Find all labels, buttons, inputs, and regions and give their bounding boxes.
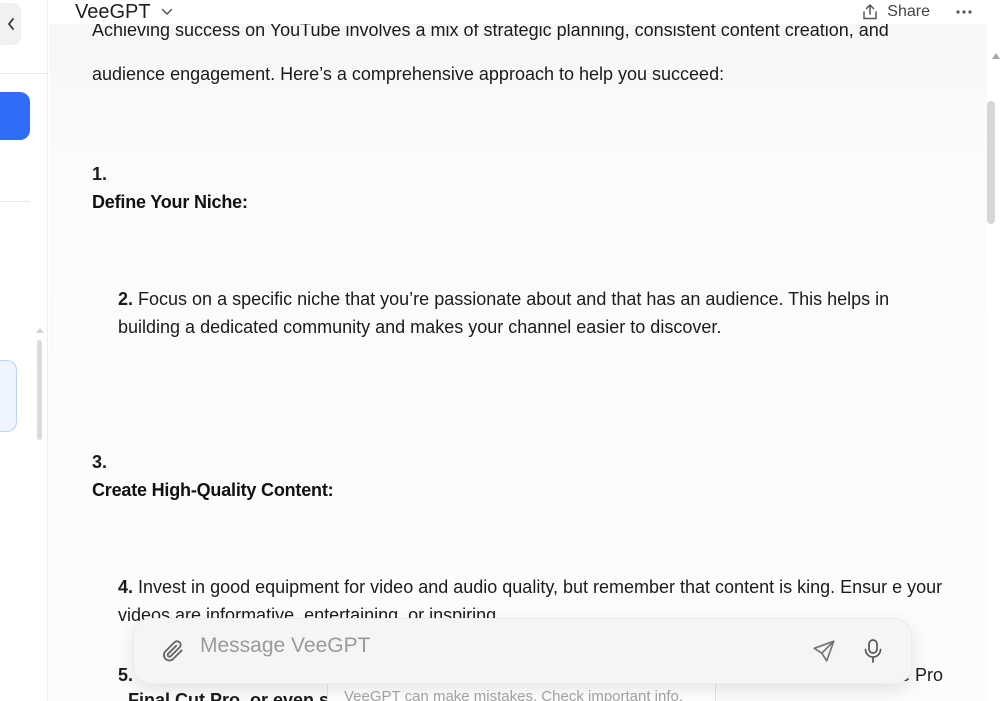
more-options-button[interactable] (956, 10, 972, 14)
new-chat-button[interactable] (0, 92, 30, 140)
section-heading: Define Your Niche: (92, 192, 248, 212)
ellipsis-icon (956, 10, 972, 14)
sidebar (0, 0, 48, 701)
model-selector[interactable]: VeeGPT (75, 1, 173, 24)
section-heading: Create High-Quality Content: (92, 480, 334, 500)
share-button[interactable]: Share (861, 3, 930, 21)
paperclip-icon (163, 640, 183, 662)
message-composer (133, 618, 912, 684)
model-name: VeeGPT (75, 0, 151, 23)
list-item-text: Focus on a specific niche that you’re pa… (118, 289, 890, 337)
message-input[interactable] (200, 634, 809, 658)
list-item-text-partial: Final Cut Pro, or even si (128, 690, 335, 701)
list-item-number: 4. (118, 577, 134, 597)
chat-message-area: Achieving success on YouTube involves a … (49, 24, 987, 701)
scroll-thumb[interactable] (987, 101, 995, 224)
sidebar-scroll-up-arrow[interactable] (36, 328, 44, 333)
sidebar-divider (0, 73, 48, 74)
share-icon (863, 4, 878, 20)
scroll-up-arrow[interactable] (992, 53, 1000, 59)
list-item-number: 5. (118, 665, 134, 685)
microphone-button[interactable] (859, 636, 887, 666)
attach-button[interactable] (158, 636, 188, 666)
chevron-left-icon (7, 18, 14, 30)
list-item: 2. Focus on a specific niche that you’re… (118, 285, 948, 341)
intro-text-line-1: Achieving success on YouTube involves a … (92, 24, 889, 40)
top-header: VeeGPT Share (49, 0, 996, 24)
chevron-down-icon (161, 8, 172, 15)
sidebar-scrollbar[interactable] (37, 340, 42, 440)
send-button[interactable] (809, 636, 839, 666)
header-actions: Share (861, 3, 972, 21)
sidebar-collapse-button[interactable] (0, 3, 21, 45)
section-number: 3. (92, 452, 108, 472)
sidebar-divider (0, 201, 30, 202)
section-number: 1. (92, 164, 108, 184)
send-icon (813, 640, 835, 662)
intro-text-line-2: audience engagement. Here’s a comprehens… (92, 64, 725, 84)
sidebar-selected-chat[interactable] (0, 360, 17, 432)
chat-scrollbar[interactable] (987, 48, 1005, 701)
microphone-icon (864, 639, 882, 663)
app-window: VeeGPT Share Achieving success on YouTub… (0, 0, 1005, 701)
list-item-number: 2. (118, 289, 134, 309)
share-label: Share (887, 3, 930, 20)
disclaimer-text: VeeGPT can make mistakes. Check importan… (344, 688, 684, 701)
